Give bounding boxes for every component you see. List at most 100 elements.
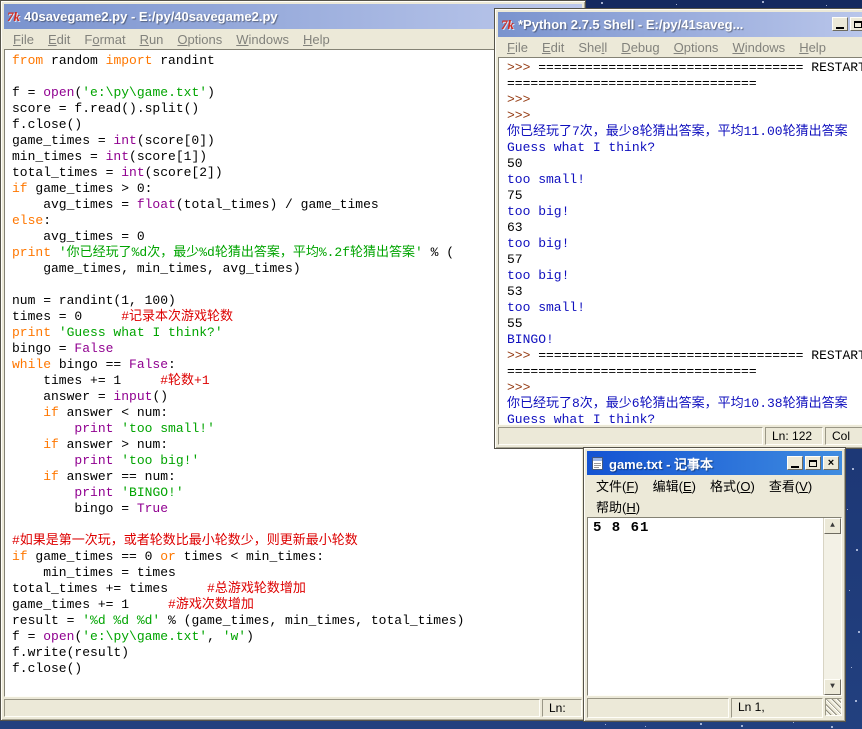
scroll-down-icon[interactable]: ▼ [824,679,841,695]
menu-item-edit[interactable]: Edit [41,32,77,47]
notepad-status-line: Ln 1, [731,698,823,718]
menu-item-options[interactable]: Options [170,32,229,47]
minimize-button[interactable] [787,456,803,470]
desktop-star [601,2,603,4]
maximize-button[interactable] [850,17,862,31]
menu-item-help[interactable]: Help [792,40,833,55]
menu-item-file[interactable]: File [500,40,535,55]
editor-status-bar: Ln: [4,697,582,717]
menu-item-windows[interactable]: Windows [725,40,792,55]
desktop-star [851,667,852,668]
desktop-star [831,726,833,728]
shell-status-line: Ln: 122 [765,427,823,445]
menu-item-shell[interactable]: Shell [571,40,614,55]
code-line: f = open('e:\py\game.txt', 'w') [12,629,581,645]
menu-item-run[interactable]: Run [133,32,171,47]
desktop-star [849,590,850,591]
desktop-star [741,725,743,727]
menu-item-windows[interactable]: Windows [229,32,296,47]
shell-line: 57 [507,252,862,268]
desktop: 7k 40savegame2.py - E:/py/40savegame2.py… [0,0,862,729]
editor-status-fill [4,699,540,717]
desktop-star [855,700,857,702]
notepad-window: game.txt - 记事本 × 文件(F)编辑(E)格式(O)查看(V) 帮助… [583,447,846,722]
shell-line: BINGO! [507,332,862,348]
minimize-button[interactable] [832,17,848,31]
desktop-star [700,723,702,725]
tk-python-icon: 7k [501,17,514,33]
shell-line: ================================ [507,364,862,380]
menu-item-options[interactable]: Options [667,40,726,55]
desktop-star [826,5,827,6]
code-line: game_times += 1 #游戏次数增加 [12,597,581,613]
shell-line: >>> [507,380,862,396]
shell-line: too big! [507,236,862,252]
shell-line: too big! [507,268,862,284]
code-line: total_times += times #总游戏轮数增加 [12,581,581,597]
shell-line: 53 [507,284,862,300]
desktop-star [762,1,764,3]
desktop-star [676,4,677,5]
shell-window-title: *Python 2.7.5 Shell - E:/py/41saveg... [518,17,862,32]
menu-item-help[interactable]: Help [296,32,337,47]
desktop-star [645,726,646,727]
shell-line: Guess what I think? [507,140,862,156]
shell-title-bar[interactable]: 7k *Python 2.7.5 Shell - E:/py/41saveg..… [498,12,862,37]
shell-line: 63 [507,220,862,236]
shell-line: 55 [507,316,862,332]
shell-line: >>> [507,92,862,108]
notepad-status-fill [587,698,729,718]
maximize-icon [854,21,862,28]
shell-line: too small! [507,300,862,316]
code-line: f.write(result) [12,645,581,661]
shell-line: >>> [507,108,862,124]
notepad-window-title: game.txt - 记事本 [609,454,783,473]
notepad-text-area[interactable]: 5 8 61 ▲ ▼ [587,517,842,696]
shell-status-bar: Ln: 122 Col [498,425,862,445]
scroll-up-icon[interactable]: ▲ [824,518,841,534]
notepad-title-bar[interactable]: game.txt - 记事本 × [587,451,842,475]
minimize-icon [791,466,799,468]
notepad-status-bar: Ln 1, [587,696,842,718]
code-line: result = '%d %d %d' % (game_times, min_t… [12,613,581,629]
close-icon: × [828,458,834,469]
menu-item-file[interactable]: File [6,32,41,47]
desktop-star [605,724,606,725]
code-line: if game_times == 0 or times < min_times: [12,549,581,565]
vertical-scrollbar[interactable]: ▲ ▼ [823,518,841,695]
desktop-star [793,722,794,723]
notepad-icon [590,456,605,471]
menu-item-help[interactable]: 帮助(H) [589,497,647,516]
shell-text-area[interactable]: >>> ================================== R… [498,57,862,425]
desktop-star [858,631,860,633]
tk-python-icon: 7k [7,9,20,25]
resize-grip[interactable] [825,698,842,716]
shell-line: 75 [507,188,862,204]
notepad-menu-bar-row1: 文件(F)编辑(E)格式(O)查看(V) [587,475,842,496]
notepad-document-text: 5 8 61 [593,520,649,536]
shell-line: 50 [507,156,862,172]
maximize-button[interactable] [805,456,821,470]
minimize-icon [836,27,844,29]
menu-item-format[interactable]: 格式(O) [703,476,762,495]
close-button[interactable]: × [823,456,839,470]
code-line: min_times = times [12,565,581,581]
desktop-star [847,509,848,510]
menu-item-edit[interactable]: Edit [535,40,571,55]
menu-item-format[interactable]: Format [77,32,132,47]
shell-line: ================================ [507,76,862,92]
code-line: f.close() [12,661,581,677]
menu-item-edit[interactable]: 编辑(E) [646,476,703,495]
menu-item-debug[interactable]: Debug [614,40,666,55]
desktop-star [856,549,858,551]
code-line: #如果是第一次玩，或者轮数比最小轮数少，则更新最小轮数 [12,533,581,549]
shell-line: too small! [507,172,862,188]
code-line: print 'BINGO!' [12,485,581,501]
shell-line: 你已经玩了8次，最少6轮猜出答案，平均10.38轮猜出答案 [507,396,862,412]
menu-item-view[interactable]: 查看(V) [762,476,819,495]
menu-item-file[interactable]: 文件(F) [589,476,646,495]
editor-status-line: Ln: [542,699,582,717]
shell-line: >>> ================================== R… [507,348,862,364]
code-line [12,517,581,533]
code-line: if answer == num: [12,469,581,485]
